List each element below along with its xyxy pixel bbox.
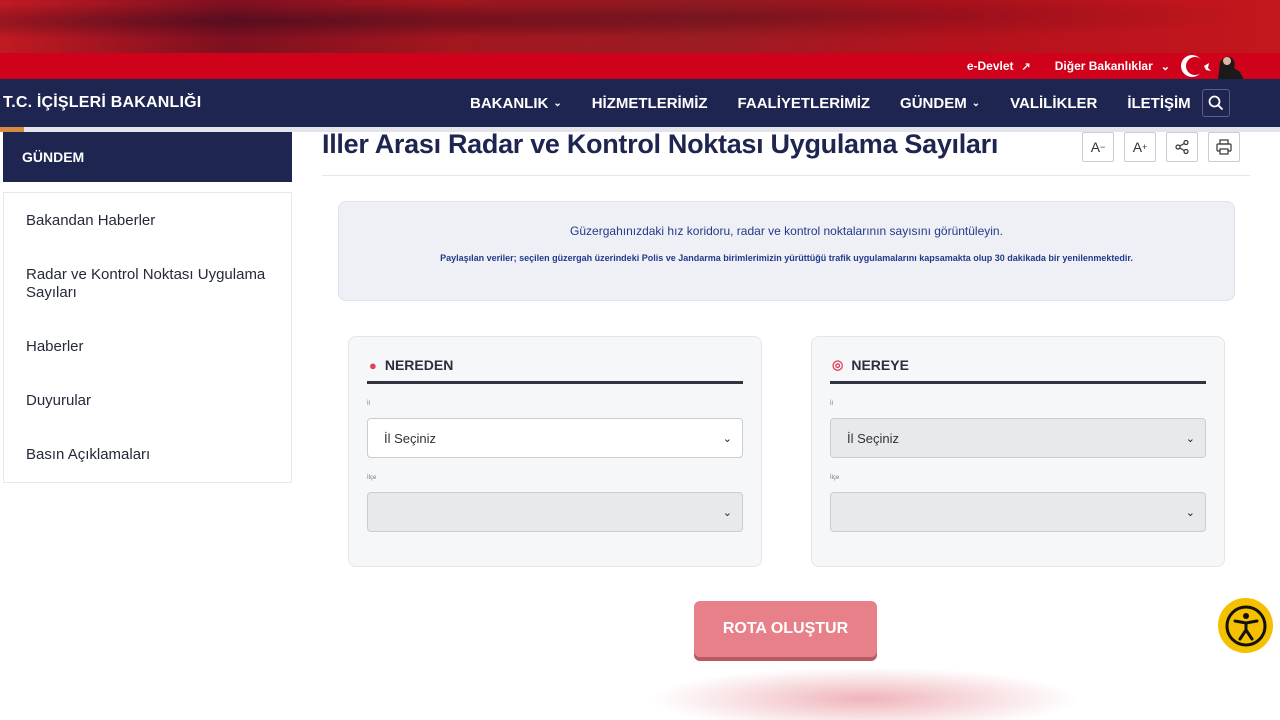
to-province-select[interactable]: İl Seçiniz ⌄ [830,418,1206,458]
nav-item-label: VALİLİKLER [1010,94,1098,112]
hero-banner [0,0,1280,53]
nav-item-hizmetlerimiz[interactable]: HİZMETLERİMİZ [592,95,708,112]
nav-item-iletisim[interactable]: İLETİŞİM [1127,95,1190,112]
to-heading-label: NEREYE [851,357,909,373]
main-navigation: T.C. İÇİŞLERİ BAKANLIĞI BAKANLIK ⌄ HİZME… [0,79,1280,127]
nav-item-label: BAKANLIK [470,94,549,112]
from-district-label: İlçe [367,475,377,481]
sidebar-item-bakandan-haberler[interactable]: Bakandan Haberler [26,212,276,230]
from-heading-rule [367,381,743,384]
edevlet-label: e-Devlet [966,59,1014,73]
to-card: ◎ NEREYE İl İl Seçiniz ⌄ İlçe ⌄ [811,336,1225,567]
to-heading-rule [830,381,1206,384]
info-box: Güzergahınızdaki hız koridoru, radar ve … [338,201,1235,301]
font-decrease-label: A [1090,139,1101,155]
print-button[interactable] [1208,132,1240,162]
edevlet-link[interactable]: e-Devlet ↗ [967,59,1031,73]
nav-item-bakanlik[interactable]: BAKANLIK ⌄ [470,95,562,112]
top-utility-bar: e-Devlet ↗ Diğer Bakanlıklar ⌄ [0,53,1280,79]
chevron-down-icon: ⌄ [1185,507,1195,519]
sidebar-item-radar-kontrol[interactable]: Radar ve Kontrol Noktası Uygulama Sayıla… [26,266,276,302]
from-heading: ● NEREDEN [369,357,453,373]
chevron-down-icon: ⌄ [722,507,732,519]
from-province-label: İl [367,401,370,407]
nav-item-label: İLETİŞİM [1127,94,1191,112]
share-icon [1175,139,1189,155]
font-decrease-button[interactable]: A − [1082,132,1114,162]
chevron-down-icon: ⌄ [971,97,981,109]
page-title: Iller Arası Radar ve Kontrol Noktası Uyg… [322,129,999,159]
nav-item-faaliyetlerimiz[interactable]: FAALİYETLERİMİZ [738,95,871,112]
printer-icon [1216,139,1232,155]
sidebar-item-duyurular[interactable]: Duyurular [26,392,276,410]
chevron-down-icon: ⌄ [722,433,732,445]
font-increase-button[interactable]: A + [1124,132,1156,162]
nav-item-gundem[interactable]: GÜNDEM ⌄ [900,95,980,112]
sidebar-item-haberler[interactable]: Haberler [26,338,276,356]
turkish-flag-icon [1181,55,1244,80]
to-district-select[interactable]: ⌄ [830,492,1206,532]
sidebar-item-basin-aciklamalari[interactable]: Basın Açıklamaları [26,446,276,464]
accessibility-button[interactable] [1218,598,1273,653]
from-district-select[interactable]: ⌄ [367,492,743,532]
to-heading: ◎ NEREYE [832,357,909,373]
nav-item-label: GÜNDEM [900,94,967,112]
nav-item-label: HİZMETLERİMİZ [591,94,708,112]
external-link-icon: ↗ [1021,60,1031,73]
title-divider [322,175,1250,176]
to-district-label: İlçe [830,475,840,481]
footer-banner-fade [650,667,1080,720]
info-detail: Paylaşılan veriler; seçilen güzergah üze… [440,253,1133,263]
from-province-value: İl Seçiniz [384,430,437,446]
chevron-down-icon: ⌄ [1185,433,1195,445]
chevron-down-icon: ⌄ [1160,60,1170,73]
nav-item-valilikler[interactable]: VALİLİKLER [1010,95,1097,112]
share-button[interactable] [1166,132,1198,162]
search-button[interactable] [1202,89,1230,117]
chevron-down-icon: ⌄ [553,97,562,109]
sidebar-title: GÜNDEM [3,132,292,182]
create-route-button[interactable]: ROTA OLUŞTUR [694,601,877,657]
accessibility-icon [1225,605,1266,646]
font-increase-label: A [1132,139,1143,155]
target-icon: ◎ [832,357,844,372]
to-province-label: İl [830,401,833,407]
nav-item-label: FAALİYETLERİMİZ [737,94,871,112]
sidebar-menu: Bakandan Haberler Radar ve Kontrol Nokta… [3,192,292,483]
to-province-value: İl Seçiniz [847,430,900,446]
from-heading-label: NEREDEN [384,357,454,373]
from-province-select[interactable]: İl Seçiniz ⌄ [367,418,743,458]
map-pin-icon: ● [369,357,377,373]
nav-menu: BAKANLIK ⌄ HİZMETLERİMİZ FAALİYETLERİMİZ… [470,79,1221,127]
search-icon [1208,95,1224,111]
info-headline: Güzergahınızdaki hız koridoru, radar ve … [570,224,1003,238]
from-card: ● NEREDEN İl İl Seçiniz ⌄ İlçe ⌄ [348,336,762,567]
other-ministries-label: Diğer Bakanlıklar [1054,59,1153,73]
other-ministries-dropdown[interactable]: Diğer Bakanlıklar ⌄ [1055,59,1170,73]
site-brand[interactable]: T.C. İÇİŞLERİ BAKANLIĞI [3,94,201,112]
